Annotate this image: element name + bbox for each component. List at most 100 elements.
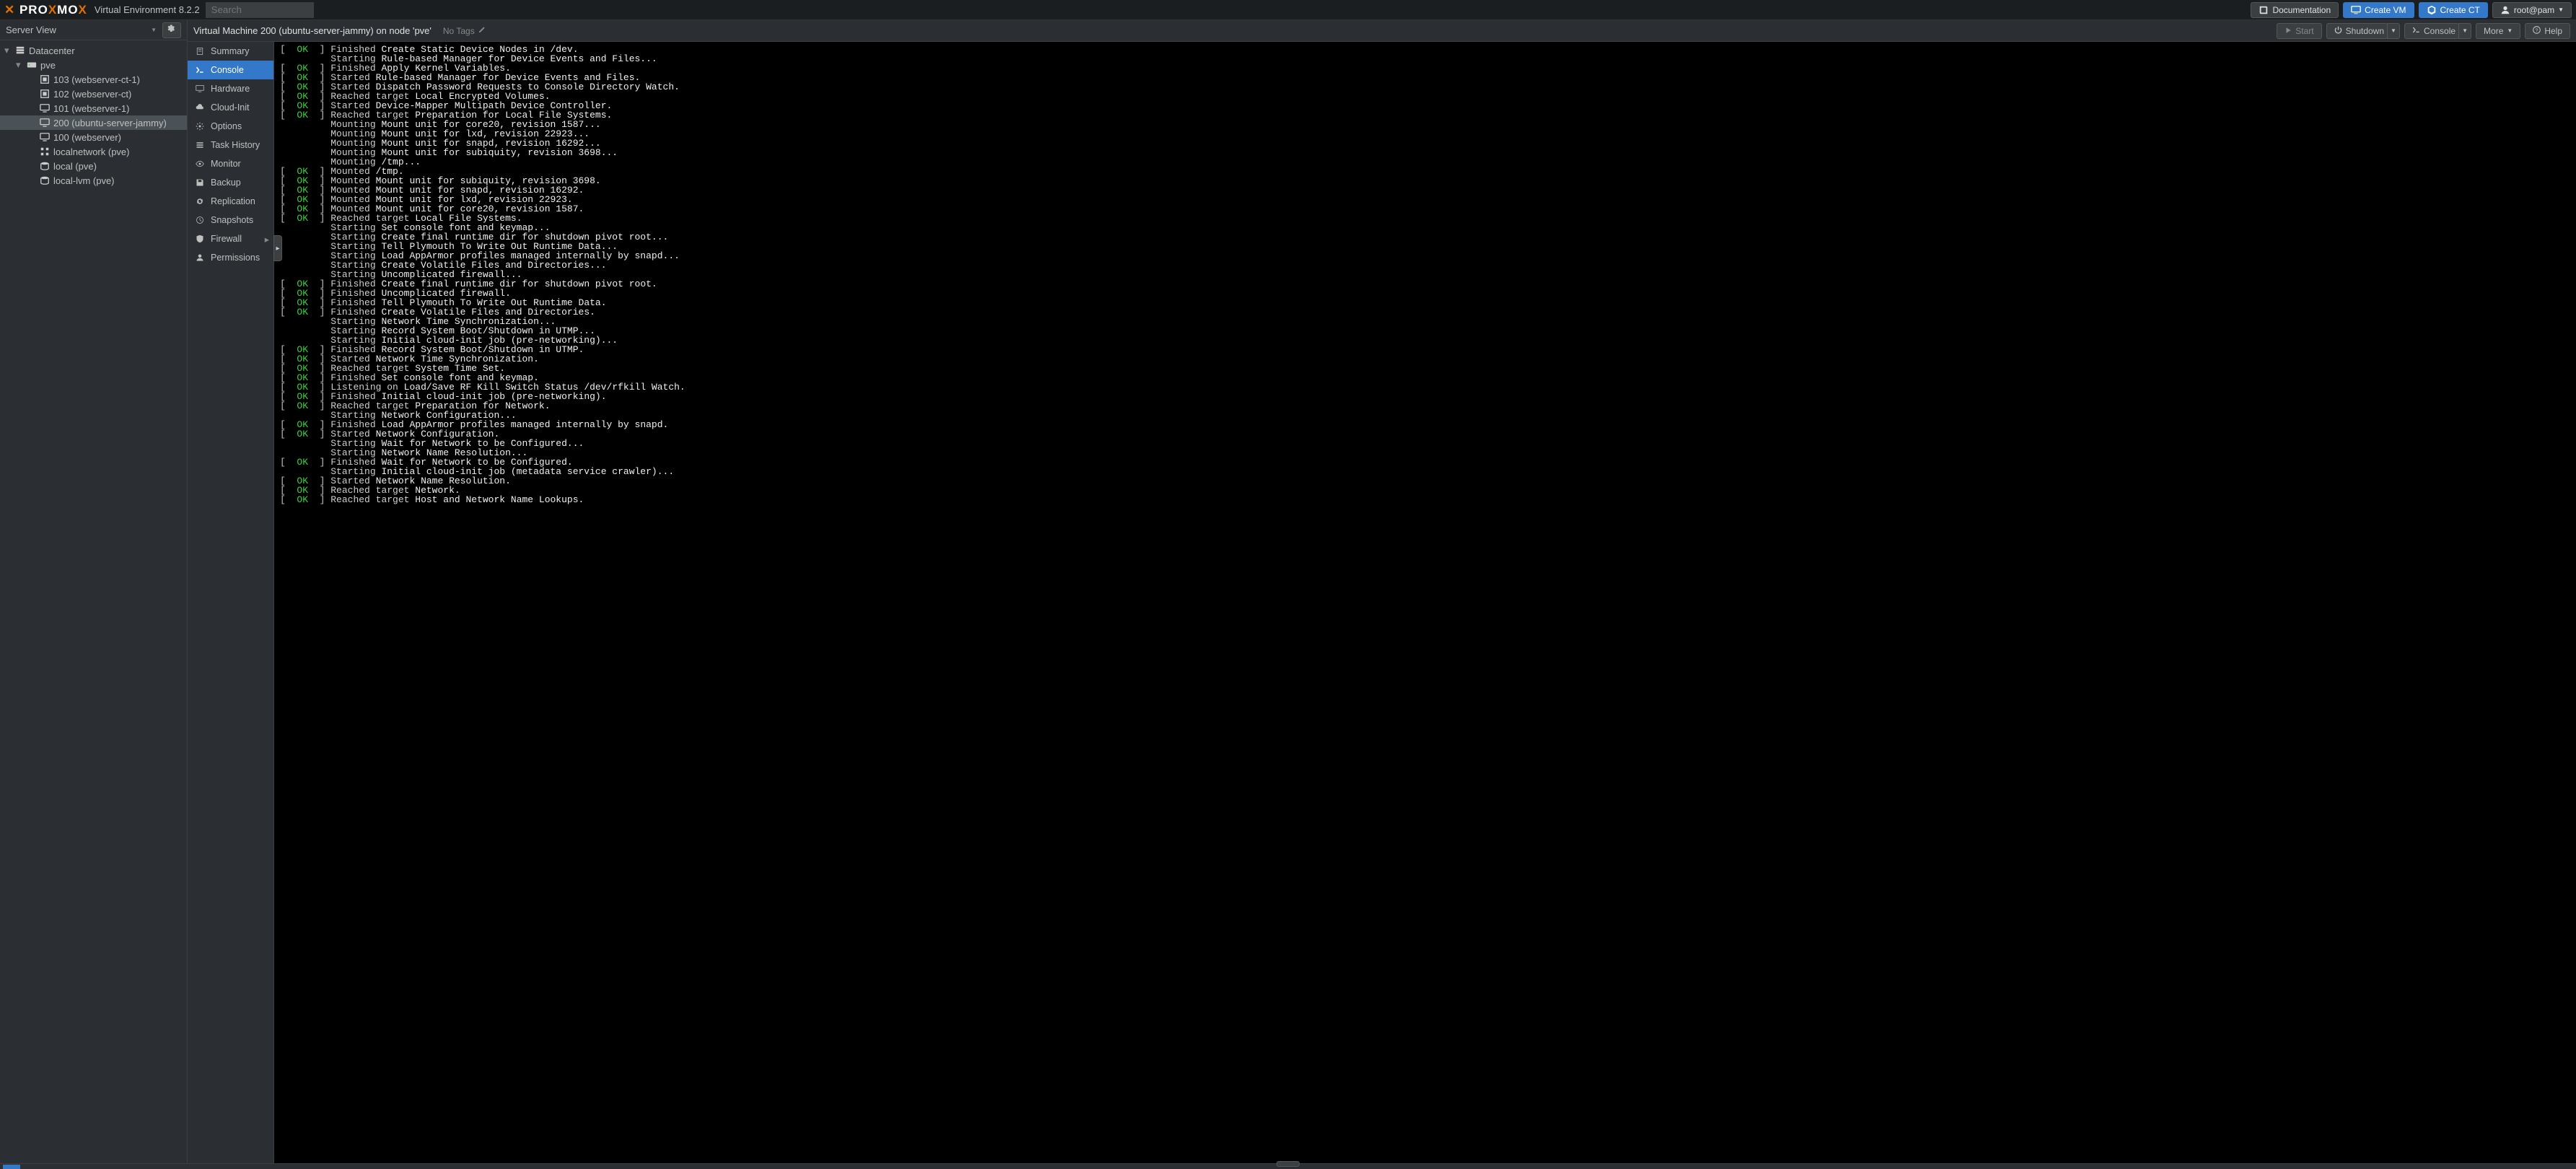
chevron-down-icon: ▼ <box>2507 27 2513 34</box>
subnav-label: Firewall <box>211 234 242 244</box>
subnav-console[interactable]: Console <box>188 61 273 79</box>
start-button[interactable]: Start <box>2277 23 2321 39</box>
console-line: [ OK ] Finished Initial cloud-init job (… <box>280 392 2570 401</box>
tree-item-label: local-lvm (pve) <box>53 175 115 186</box>
subnav-summary[interactable]: Summary <box>188 42 273 61</box>
tree-settings-button[interactable] <box>162 22 181 38</box>
subnav-permissions[interactable]: Permissions <box>188 248 273 267</box>
console-line: Mounting /tmp... <box>280 157 2570 167</box>
console-line: [ OK ] Listening on Load/Save RF Kill Sw… <box>280 382 2570 392</box>
chevron-right-icon: ▸ <box>265 234 269 245</box>
chevron-down-icon: ▼ <box>151 27 157 33</box>
tags-area[interactable]: No Tags <box>443 26 486 36</box>
tree-item-vm[interactable]: 101 (webserver-1) <box>0 101 187 115</box>
console-line: [ OK ] Started Network Configuration. <box>280 429 2570 439</box>
subnav-replication[interactable]: Replication <box>188 192 273 211</box>
resource-tree-panel: Server View ▼ ▾Datacenter▾pve 103 (webser… <box>0 20 188 1163</box>
console-line: Starting Wait for Network to be Configur… <box>280 439 2570 448</box>
user-menu-button[interactable]: root@pam ▼ <box>2492 2 2572 18</box>
create-vm-button[interactable]: Create VM <box>2343 2 2414 18</box>
bottom-expand-handle[interactable] <box>1276 1161 1300 1167</box>
subnav-backup[interactable]: Backup <box>188 173 273 192</box>
sync-icon <box>195 196 205 206</box>
terminal-icon <box>195 65 205 75</box>
breadcrumb: Virtual Machine 200 (ubuntu-server-jammy… <box>193 25 431 36</box>
create-ct-button[interactable]: Create CT <box>2419 2 2488 18</box>
cube-icon <box>2427 5 2437 15</box>
subnav-label: Task History <box>211 140 260 150</box>
subnav-label: Cloud-Init <box>211 102 250 113</box>
tree-item-storage[interactable]: local-lvm (pve) <box>0 173 187 188</box>
tree-item-sdn[interactable]: localnetwork (pve) <box>0 144 187 159</box>
terminal-icon <box>2412 26 2420 36</box>
subnav-label: Options <box>211 121 242 131</box>
tree-item-node[interactable]: ▾pve <box>0 58 187 72</box>
svg-text:?: ? <box>2536 28 2538 33</box>
more-button[interactable]: More ▼ <box>2476 23 2520 39</box>
subnav-label: Backup <box>211 178 241 188</box>
subnav-firewall[interactable]: Firewall ▸ <box>188 229 273 248</box>
console-line: [ OK ] Mounted Mount unit for subiquity,… <box>280 176 2570 185</box>
subnav-label: Console <box>211 65 244 75</box>
collapse-handle[interactable]: ▸ <box>273 235 282 261</box>
storage-icon <box>39 160 51 172</box>
console-output[interactable]: [ OK ] Finished Create Static Device Nod… <box>274 42 2576 1163</box>
pencil-icon <box>478 26 486 36</box>
console-line: [ OK ] Finished Load AppArmor profiles m… <box>280 420 2570 429</box>
console-line: [ OK ] Finished Tell Plymouth To Write O… <box>280 298 2570 307</box>
eye-icon <box>195 159 205 169</box>
tree-item-label: Datacenter <box>29 45 75 56</box>
console-line: [ OK ] Started Device-Mapper Multipath D… <box>280 101 2570 110</box>
note-icon <box>195 46 205 56</box>
subnav-options[interactable]: Options <box>188 117 273 136</box>
console-line: [ OK ] Reached target Preparation for Lo… <box>280 110 2570 120</box>
top-bar: ✕ PROXMOX Virtual Environment 8.2.2 Docu… <box>0 0 2576 20</box>
shutdown-menu-caret[interactable]: ▼ <box>2387 23 2400 39</box>
user-label: root@pam <box>2514 5 2554 15</box>
console-line: Starting Network Time Synchronization... <box>280 317 2570 326</box>
subnav-label: Permissions <box>211 253 260 263</box>
subnav-hardware[interactable]: Hardware <box>188 79 273 98</box>
subnav-monitor[interactable]: Monitor <box>188 154 273 173</box>
content-header: Virtual Machine 200 (ubuntu-server-jammy… <box>188 20 2576 42</box>
tree-item-label: 100 (webserver) <box>53 132 121 143</box>
tree-item-label: local (pve) <box>53 161 97 172</box>
console-line: [ OK ] Mounted Mount unit for core20, re… <box>280 204 2570 214</box>
console-button[interactable]: Console <box>2404 23 2459 39</box>
help-icon: ? <box>2533 26 2541 36</box>
ct-icon <box>39 88 51 100</box>
tree-item-ct[interactable]: 102 (webserver-ct) <box>0 87 187 101</box>
subnav-cloud-init[interactable]: Cloud-Init <box>188 98 273 117</box>
help-button[interactable]: ? Help <box>2525 23 2570 39</box>
console-line: [ OK ] Reached target Network. <box>280 486 2570 495</box>
console-line: [ OK ] Reached target Local File Systems… <box>280 214 2570 223</box>
cloud-icon <box>195 102 205 113</box>
tree-item-vm[interactable]: 200 (ubuntu-server-jammy) <box>0 115 187 130</box>
sdn-icon <box>39 146 51 157</box>
search-input[interactable] <box>206 2 314 18</box>
vm-icon <box>39 117 51 128</box>
vm-icon <box>39 102 51 114</box>
shutdown-button[interactable]: Shutdown <box>2326 23 2388 39</box>
documentation-button[interactable]: Documentation <box>2251 2 2339 18</box>
tree-item-vm[interactable]: 100 (webserver) <box>0 130 187 144</box>
subnav-label: Snapshots <box>211 215 253 225</box>
subnav-label: Monitor <box>211 159 241 169</box>
history-icon <box>195 215 205 225</box>
subnav-snapshots[interactable]: Snapshots <box>188 211 273 229</box>
user-icon <box>2500 5 2510 15</box>
subnav-task-history[interactable]: Task History <box>188 136 273 154</box>
tree-item-ct[interactable]: 103 (webserver-ct-1) <box>0 72 187 87</box>
tree-item-datacenter[interactable]: ▾Datacenter <box>0 43 187 58</box>
tree-item-label: pve <box>40 60 56 71</box>
console-menu-caret[interactable]: ▼ <box>2458 23 2471 39</box>
list-icon <box>195 140 205 150</box>
bottom-task-bar[interactable] <box>0 1163 2576 1169</box>
console-line: [ OK ] Mounted Mount unit for snapd, rev… <box>280 185 2570 195</box>
tree-item-storage[interactable]: local (pve) <box>0 159 187 173</box>
console-line: Starting Rule-based Manager for Device E… <box>280 54 2570 64</box>
tree-view-selector[interactable]: Server View <box>6 25 151 35</box>
subnav-label: Hardware <box>211 84 250 94</box>
tree-item-label: 103 (webserver-ct-1) <box>53 74 140 85</box>
create-vm-label: Create VM <box>2365 5 2406 15</box>
